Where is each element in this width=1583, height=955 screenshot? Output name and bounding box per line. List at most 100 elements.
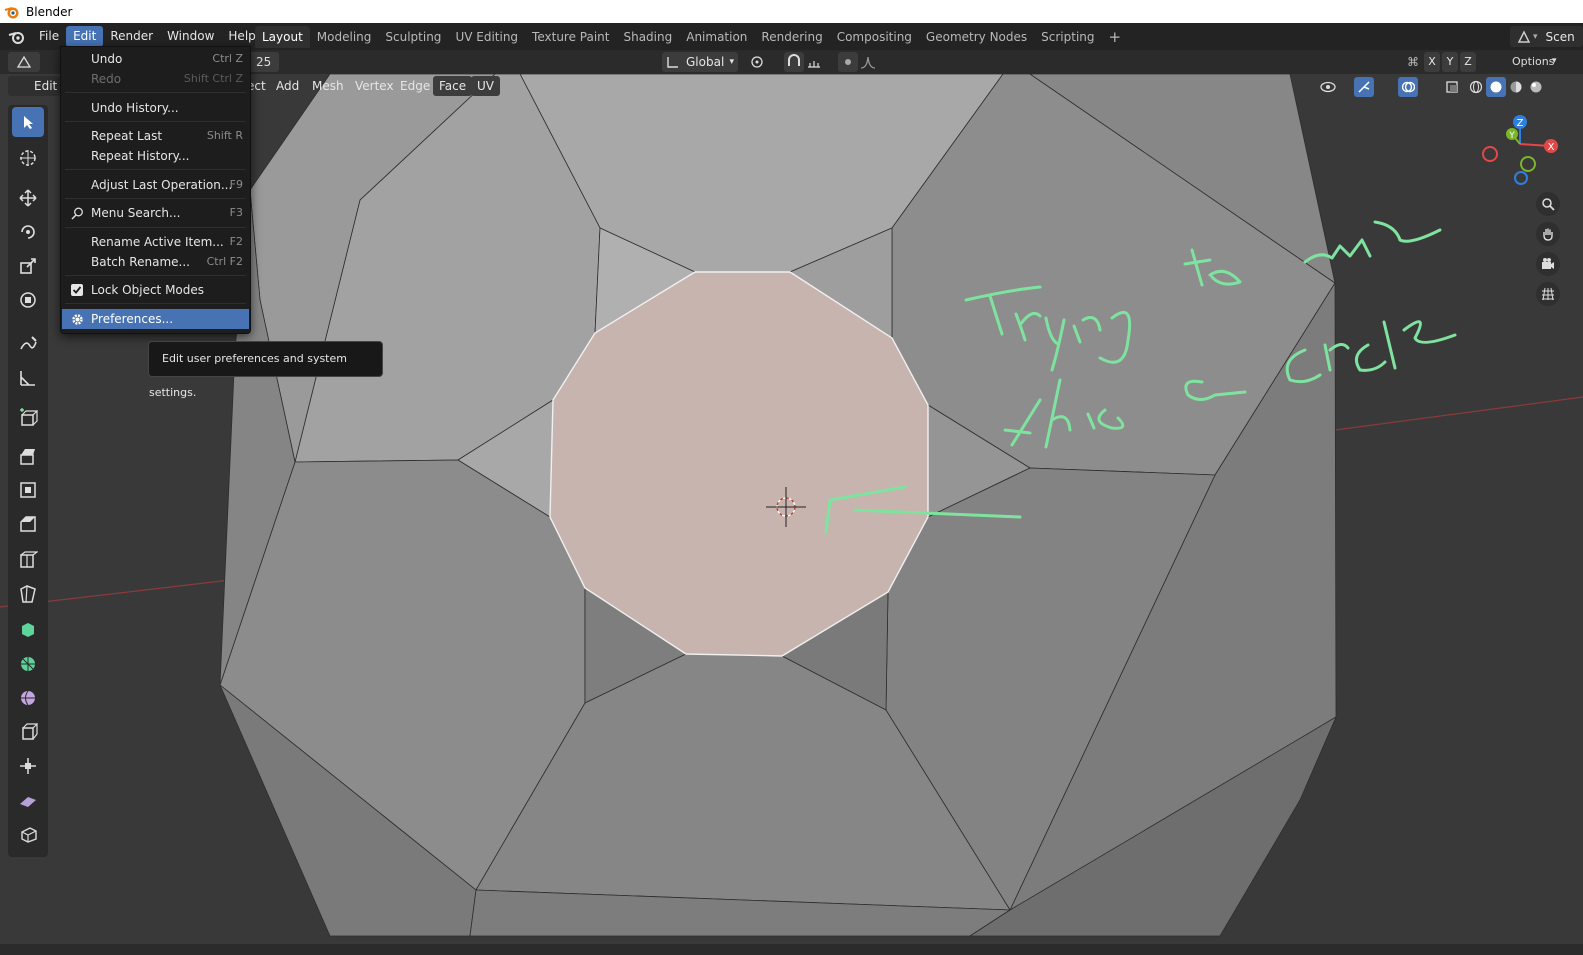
undo-history-label: Undo History... bbox=[91, 101, 179, 115]
transform-affect-icon[interactable]: ⌘ bbox=[1404, 52, 1422, 72]
add-workspace-button[interactable]: + bbox=[1102, 26, 1129, 48]
blender-menu-icon[interactable] bbox=[6, 27, 28, 47]
menu-render[interactable]: Render bbox=[103, 26, 160, 47]
ortho-grid-icon[interactable] bbox=[1536, 282, 1560, 306]
menu-separator bbox=[65, 227, 246, 228]
viewport-menu-add[interactable]: Add bbox=[270, 76, 305, 96]
tab-sculpting[interactable]: Sculpting bbox=[378, 26, 448, 48]
menu-item-repeat-history[interactable]: Repeat History... bbox=[62, 146, 249, 166]
add-cube-tool-icon[interactable] bbox=[12, 403, 44, 433]
rip-region-tool-icon[interactable] bbox=[12, 819, 44, 849]
menu-item-undo-history[interactable]: Undo History... bbox=[62, 98, 249, 118]
poly-build-tool-icon[interactable] bbox=[12, 615, 44, 645]
material-shading-icon[interactable] bbox=[1506, 77, 1526, 97]
options-dropdown[interactable]: Options bbox=[1508, 52, 1558, 72]
viewport-menu-vertex[interactable]: Vertex bbox=[349, 76, 400, 96]
orientation-icon bbox=[667, 57, 678, 68]
menu-item-rename-active[interactable]: Rename Active Item... F2 bbox=[62, 232, 249, 252]
zoom-icon[interactable] bbox=[1536, 192, 1560, 216]
rendered-shading-icon[interactable] bbox=[1526, 77, 1546, 97]
menu-file[interactable]: File bbox=[32, 26, 66, 47]
tab-shading[interactable]: Shading bbox=[616, 26, 679, 48]
tab-modeling[interactable]: Modeling bbox=[310, 26, 379, 48]
axis-x-toggle[interactable]: X bbox=[1424, 52, 1440, 72]
tab-geometry-nodes[interactable]: Geometry Nodes bbox=[919, 26, 1034, 48]
menu-separator bbox=[65, 92, 246, 93]
repeat-last-label: Repeat Last bbox=[91, 129, 163, 143]
field-value-partial[interactable]: 25 bbox=[248, 52, 280, 72]
pan-hand-icon[interactable] bbox=[1536, 222, 1560, 246]
viewport-menu-face[interactable]: Face bbox=[433, 76, 473, 96]
solid-shading-icon[interactable] bbox=[1486, 77, 1506, 97]
menu-item-redo[interactable]: Redo Shift Ctrl Z bbox=[62, 69, 249, 89]
tab-animation[interactable]: Animation bbox=[679, 26, 754, 48]
viewport-menu-uv[interactable]: UV bbox=[471, 76, 500, 96]
snap-icon[interactable] bbox=[784, 52, 804, 72]
menu-item-undo[interactable]: Undo Ctrl Z bbox=[62, 49, 249, 69]
selected-face[interactable] bbox=[549, 271, 929, 657]
checkbox-checked-icon[interactable] bbox=[71, 284, 83, 296]
navigation-gizmo[interactable]: Z X Y bbox=[1478, 112, 1568, 202]
snap-increment-icon[interactable] bbox=[804, 52, 824, 72]
tab-compositing[interactable]: Compositing bbox=[830, 26, 919, 48]
measure-tool-icon[interactable] bbox=[12, 363, 44, 393]
search-icon bbox=[71, 207, 83, 220]
editor-type-button[interactable] bbox=[8, 52, 40, 72]
window-title: Blender bbox=[26, 4, 73, 19]
axis-y-toggle[interactable]: Y bbox=[1442, 52, 1458, 72]
menu-item-menu-search[interactable]: Menu Search... F3 bbox=[62, 203, 249, 223]
scale-tool-icon[interactable] bbox=[12, 251, 44, 281]
axis-z-toggle[interactable]: Z bbox=[1460, 52, 1476, 72]
menu-item-preferences[interactable]: Preferences... bbox=[62, 309, 249, 329]
visibility-icon[interactable] bbox=[1318, 77, 1338, 97]
tab-uv-editing[interactable]: UV Editing bbox=[448, 26, 525, 48]
knife-tool-icon[interactable] bbox=[12, 579, 44, 609]
pivot-point-icon[interactable] bbox=[748, 52, 768, 72]
shrink-fatten-tool-icon[interactable] bbox=[12, 751, 44, 781]
bevel-tool-icon[interactable] bbox=[12, 509, 44, 539]
menu-window[interactable]: Window bbox=[160, 26, 221, 47]
scene-selector[interactable]: ▾ Scen bbox=[1510, 26, 1583, 47]
edge-slide-tool-icon[interactable] bbox=[12, 717, 44, 747]
extrude-tool-icon[interactable] bbox=[12, 441, 44, 471]
move-tool-icon[interactable] bbox=[12, 183, 44, 213]
tab-texture-paint[interactable]: Texture Paint bbox=[525, 26, 616, 48]
menu-separator bbox=[65, 198, 246, 199]
wireframe-shading-icon[interactable] bbox=[1466, 77, 1486, 97]
proportional-edit-icon[interactable] bbox=[838, 52, 858, 72]
gear-icon bbox=[72, 314, 83, 325]
smooth-tool-icon[interactable] bbox=[12, 683, 44, 713]
tab-scripting[interactable]: Scripting bbox=[1034, 26, 1101, 48]
inset-tool-icon[interactable] bbox=[12, 475, 44, 505]
menu-item-lock-object-modes[interactable]: Lock Object Modes bbox=[62, 280, 249, 300]
spin-tool-icon[interactable] bbox=[12, 649, 44, 679]
annotate-tool-icon[interactable] bbox=[12, 329, 44, 359]
scene-icon bbox=[1517, 29, 1531, 43]
menu-item-adjust-last-operation[interactable]: Adjust Last Operation... F9 bbox=[62, 175, 249, 195]
menu-item-repeat-last[interactable]: Repeat Last Shift R bbox=[62, 126, 249, 146]
overlays-icon[interactable] bbox=[1398, 77, 1418, 97]
viewport-menu-edge[interactable]: Edge bbox=[394, 76, 436, 96]
lock-object-modes-label: Lock Object Modes bbox=[91, 283, 205, 297]
gizmo-toggle-icon[interactable] bbox=[1354, 77, 1374, 97]
orientation-selector[interactable]: Global ▾ bbox=[662, 52, 738, 72]
redo-shortcut: Shift Ctrl Z bbox=[183, 72, 243, 85]
mode-selector[interactable]: Edit M bbox=[8, 76, 60, 96]
loop-cut-tool-icon[interactable] bbox=[12, 545, 44, 575]
camera-view-icon[interactable] bbox=[1536, 252, 1560, 276]
xray-icon[interactable] bbox=[1442, 77, 1462, 97]
svg-text:X: X bbox=[1548, 142, 1555, 153]
menu-item-batch-rename[interactable]: Batch Rename... Ctrl F2 bbox=[62, 252, 249, 272]
rotate-tool-icon[interactable] bbox=[12, 217, 44, 247]
cursor-tool-icon[interactable] bbox=[12, 143, 44, 173]
select-box-tool-icon[interactable] bbox=[12, 107, 44, 137]
tab-layout[interactable]: Layout bbox=[255, 26, 310, 48]
falloff-icon[interactable] bbox=[858, 52, 878, 72]
status-bar bbox=[0, 944, 1583, 955]
viewport-menu-mesh[interactable]: Mesh bbox=[306, 76, 350, 96]
menu-edit[interactable]: Edit bbox=[66, 26, 104, 47]
tab-rendering[interactable]: Rendering bbox=[754, 26, 829, 48]
shear-tool-icon[interactable] bbox=[12, 785, 44, 815]
menu-separator bbox=[65, 303, 246, 304]
transform-tool-icon[interactable] bbox=[12, 285, 44, 315]
